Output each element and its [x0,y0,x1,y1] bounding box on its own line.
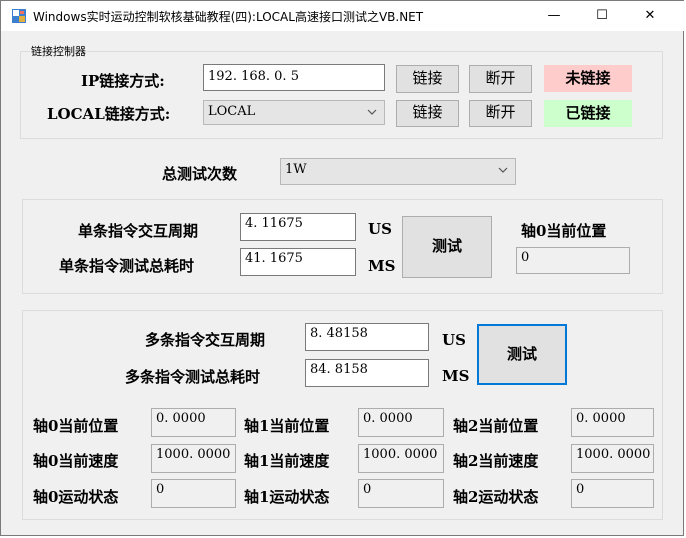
multi-cycle-field[interactable]: 8. 48158 [305,323,429,351]
multi-cycle-label: 多条指令交互周期 [145,331,266,349]
local-status-badge: 已链接 [544,100,632,127]
local-connect-button[interactable]: 链接 [396,100,459,127]
ip-address-input[interactable]: 192. 168. 0. 5 [203,64,385,91]
axis2-position-label: 轴2当前位置 [453,417,539,435]
axis1-speed-label: 轴1当前速度 [244,452,330,470]
local-connection-value: LOCAL [208,104,256,119]
single-total-field[interactable]: 41. 1675 [240,248,356,276]
axis0-speed-label: 轴0当前速度 [33,452,119,470]
axis0-state-label: 轴0运动状态 [33,488,119,506]
close-button[interactable]: ✕ [627,1,673,31]
axis1-state-field: 0 [358,479,444,508]
multi-total-field[interactable]: 84. 8158 [305,359,429,387]
single-total-unit: MS [368,257,396,275]
multi-cycle-unit: US [442,331,466,349]
local-connection-select[interactable]: LOCAL [203,100,385,125]
ip-status-badge: 未链接 [544,65,632,92]
axis2-state-field: 0 [571,479,654,508]
ip-disconnect-button[interactable]: 断开 [469,65,532,93]
total-tests-select[interactable]: 1W [280,158,516,185]
total-tests-value: 1W [285,162,307,177]
connect-group-label: 链接控制器 [30,43,87,59]
window-title: Windows实时运动控制软核基础教程(四):LOCAL高速接口测试之VB.NE… [33,10,424,24]
axis1-position-field: 0. 0000 [358,408,444,437]
single-axis0-position-label: 轴0当前位置 [521,222,607,240]
axis2-speed-field: 1000. 0000 [571,444,654,473]
axis2-speed-label: 轴2当前速度 [453,452,539,470]
single-total-label: 单条指令测试总耗时 [59,257,195,275]
axis2-position-field: 0. 0000 [571,408,654,437]
multi-total-unit: MS [442,367,470,385]
ip-connect-button[interactable]: 链接 [396,65,459,93]
ip-connect-label: IP链接方式: [81,72,165,90]
multi-total-label: 多条指令测试总耗时 [125,368,261,386]
single-axis0-position-field: 0 [516,247,630,274]
axis0-speed-field: 1000. 0000 [151,444,236,473]
axis1-state-label: 轴1运动状态 [244,488,330,506]
local-connect-label: LOCAL链接方式: [47,105,171,123]
single-cycle-unit: US [368,220,392,238]
maximize-button[interactable]: ☐ [579,1,625,31]
axis0-position-label: 轴0当前位置 [33,417,119,435]
single-cycle-field[interactable]: 4. 11675 [240,213,356,241]
chevron-down-icon [367,109,377,115]
title-bar[interactable]: Windows实时运动控制软核基础教程(四):LOCAL高速接口测试之VB.NE… [1,1,685,31]
total-tests-label: 总测试次数 [162,165,238,183]
multi-test-button[interactable]: 测试 [477,324,567,385]
axis2-state-label: 轴2运动状态 [453,488,539,506]
axis1-position-label: 轴1当前位置 [244,417,330,435]
app-icon [12,9,26,23]
axis1-speed-field: 1000. 0000 [358,444,444,473]
single-cycle-label: 单条指令交互周期 [78,222,199,240]
axis0-position-field: 0. 0000 [151,408,236,437]
chevron-down-icon [498,167,508,173]
local-disconnect-button[interactable]: 断开 [469,100,532,127]
single-test-button[interactable]: 测试 [402,216,492,278]
axis0-state-field: 0 [151,479,236,508]
minimize-button[interactable]: — [531,1,577,31]
main-window: Windows实时运动控制软核基础教程(四):LOCAL高速接口测试之VB.NE… [0,0,685,536]
